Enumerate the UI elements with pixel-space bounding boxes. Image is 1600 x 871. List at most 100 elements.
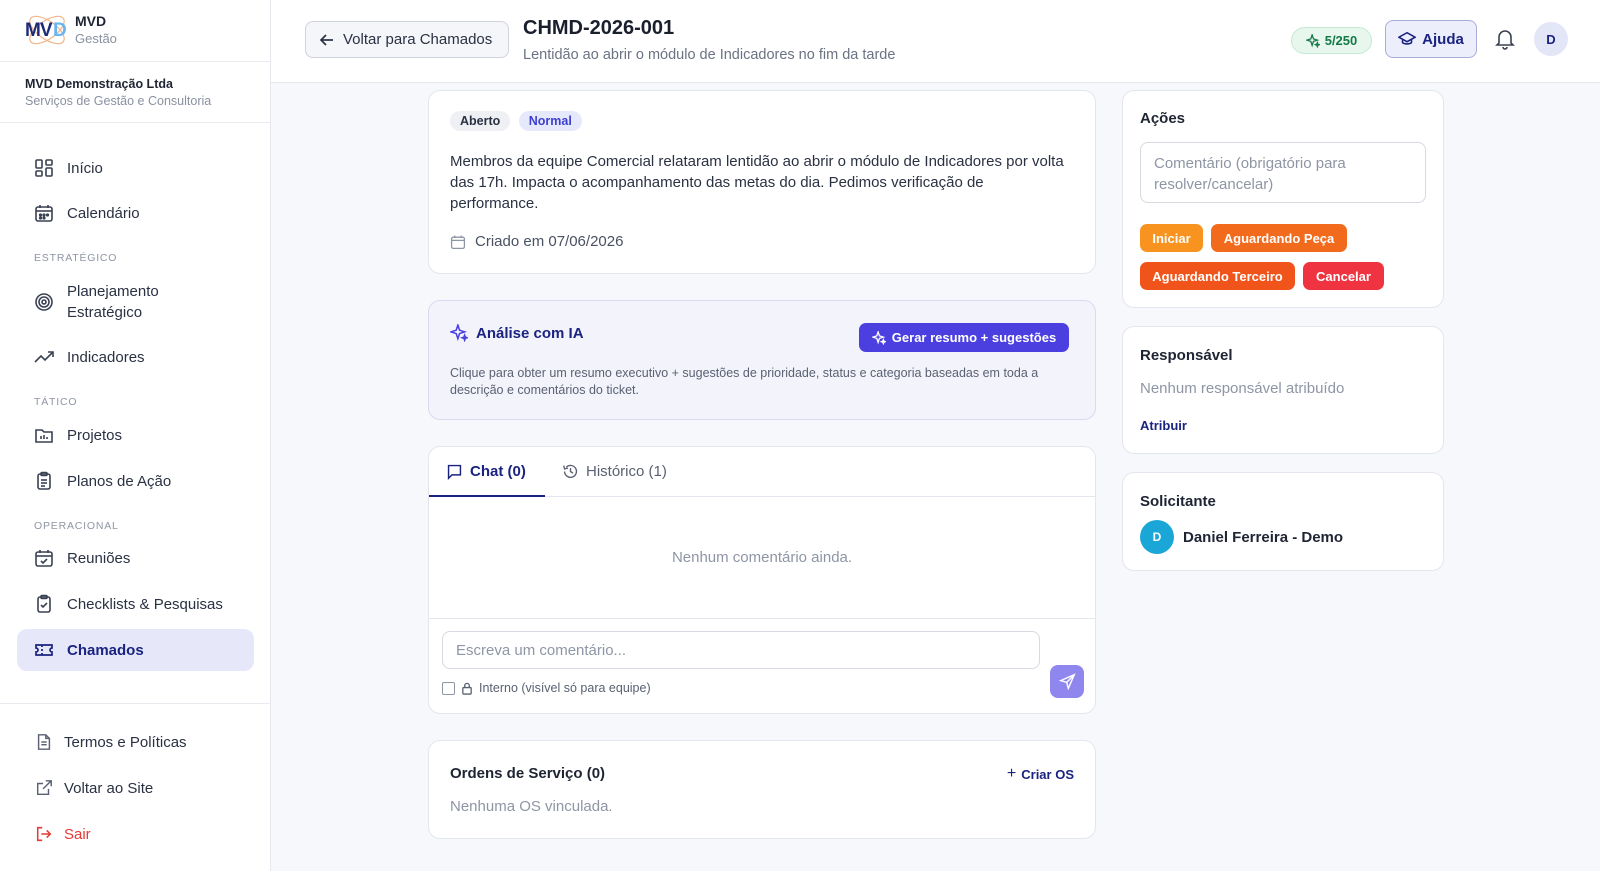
action-comment-textarea[interactable]: Comentário (obrigatório para resolver/ca…: [1140, 142, 1426, 203]
comment-input[interactable]: Escreva um comentário...: [442, 631, 1040, 669]
lock-icon: [461, 682, 473, 695]
ticket-icon: [34, 640, 54, 660]
company-name: MVD Demonstração Ltda: [25, 77, 173, 91]
cancel-button[interactable]: Cancelar: [1303, 262, 1384, 290]
company-info: MVD Demonstração Ltda Serviços de Gestão…: [0, 62, 270, 123]
logo-mv: MV: [25, 20, 52, 41]
dashboard-icon: [34, 158, 54, 178]
sidebar-item-termos[interactable]: Termos e Políticas: [17, 721, 254, 763]
trending-up-icon: [34, 347, 54, 367]
send-button[interactable]: [1050, 665, 1084, 698]
section-operacional: OPERACIONAL: [34, 520, 119, 532]
requester-title: Solicitante: [1140, 493, 1216, 510]
arrow-left-icon: [319, 32, 335, 48]
service-orders-empty: Nenhuma OS vinculada.: [450, 798, 613, 815]
clipboard-check-icon: [34, 594, 54, 614]
history-icon: [562, 463, 579, 480]
sidebar-item-calendario[interactable]: Calendário: [17, 192, 254, 234]
ticket-details-card: Aberto Normal Membros da equipe Comercia…: [428, 90, 1096, 274]
sidebar-item-reunioes[interactable]: Reuniões: [17, 537, 254, 579]
created-date-label: Criado em 07/06/2026: [475, 233, 624, 250]
brand-name: MVD: [75, 13, 107, 29]
ai-analysis-card: Análise com IA Gerar resumo + sugestões …: [428, 300, 1096, 420]
sidebar-item-label: Indicadores: [67, 348, 145, 366]
tab-chat-label: Chat (0): [470, 462, 526, 480]
graduation-cap-icon: [1398, 30, 1417, 48]
projects-icon: [34, 425, 54, 445]
send-icon: [1058, 673, 1076, 690]
generate-summary-button[interactable]: Gerar resumo + sugestões: [859, 323, 1069, 352]
assignee-title: Responsável: [1140, 347, 1233, 364]
internal-checkbox[interactable]: [442, 681, 455, 695]
target-icon: [34, 292, 54, 312]
sidebar-item-chamados[interactable]: Chamados: [17, 629, 254, 671]
status-badge: Aberto: [450, 111, 511, 131]
tab-chat[interactable]: Chat (0): [429, 447, 545, 497]
create-os-label: Criar OS: [1021, 766, 1074, 782]
sidebar-footer: Termos e Políticas Voltar ao Site Sair: [0, 703, 270, 871]
logo-d: D: [53, 20, 67, 41]
sidebar-item-voltar-site[interactable]: Voltar ao Site: [17, 767, 254, 809]
external-link-icon: [34, 778, 54, 798]
sidebar-item-planos-de-acao[interactable]: Planos de Ação: [17, 460, 254, 502]
actions-card: Ações Comentário (obrigatório para resol…: [1122, 90, 1444, 308]
sidebar: MV D MVD Gestão MVD Demonstração Ltda Se…: [0, 0, 271, 871]
page-subtitle: Lentidão ao abrir o módulo de Indicadore…: [523, 47, 896, 63]
sidebar-item-sair[interactable]: Sair: [17, 813, 254, 855]
back-to-tickets-button[interactable]: Voltar para Chamados: [305, 21, 509, 58]
sidebar-item-label: Termos e Políticas: [64, 733, 187, 751]
sparkles-icon: [871, 330, 886, 345]
section-tatico: TÁTICO: [34, 396, 78, 408]
clipboard-icon: [34, 471, 54, 491]
service-orders-title: Ordens de Serviço (0): [450, 765, 606, 782]
sidebar-item-label: Voltar ao Site: [64, 779, 154, 797]
sidebar-item-planejamento[interactable]: Planejamento Estratégico: [17, 278, 254, 326]
sidebar-item-indicadores[interactable]: Indicadores: [17, 336, 254, 378]
sparkles-icon: [1305, 33, 1320, 48]
internal-label: Interno (visível só para equipe): [479, 681, 651, 695]
user-avatar[interactable]: D: [1534, 22, 1568, 56]
chat-empty-state: Nenhum comentário ainda.: [429, 497, 1095, 619]
sidebar-item-label: Planos de Ação: [67, 472, 172, 490]
top-header: Voltar para Chamados CHMD-2026-001 Lenti…: [271, 0, 1600, 83]
sidebar-item-label: Checklists & Pesquisas: [67, 595, 223, 613]
requester-avatar: D: [1140, 520, 1174, 554]
calendar-icon: [34, 203, 54, 223]
sidebar-item-checklists[interactable]: Checklists & Pesquisas: [17, 583, 254, 625]
service-orders-card: Ordens de Serviço (0) + Criar OS Nenhuma…: [428, 740, 1096, 839]
chat-tabs: Chat (0) Histórico (1): [429, 447, 1095, 497]
calendar-icon: [450, 234, 466, 250]
page-title: CHMD-2026-001: [523, 17, 675, 39]
create-os-button[interactable]: + Criar OS: [1007, 765, 1074, 783]
ai-quota-badge: 5/250: [1291, 27, 1372, 54]
company-sub: Serviços de Gestão e Consultoria: [25, 94, 212, 108]
generate-summary-label: Gerar resumo + sugestões: [891, 330, 1057, 345]
awaiting-part-button[interactable]: Aguardando Peça: [1211, 224, 1347, 252]
sidebar-item-projetos[interactable]: Projetos: [17, 414, 254, 456]
logout-icon: [34, 824, 54, 844]
sidebar-item-label: Sair: [64, 825, 91, 843]
awaiting-third-party-button[interactable]: Aguardando Terceiro: [1140, 262, 1295, 290]
ai-analysis-title: Análise com IA: [476, 324, 584, 342]
tab-history[interactable]: Histórico (1): [562, 447, 667, 496]
sparkles-icon: [450, 324, 468, 342]
sidebar-item-label: Calendário: [67, 204, 140, 222]
sidebar-item-label: Planejamento Estratégico: [67, 283, 159, 321]
brand-header: MV D MVD Gestão: [0, 0, 270, 62]
sidebar-item-inicio[interactable]: Início: [17, 147, 254, 189]
chat-card: Chat (0) Histórico (1) Nenhum comentário…: [428, 446, 1096, 714]
sidebar-item-label: Chamados: [67, 641, 144, 659]
priority-badge: Normal: [518, 111, 582, 131]
assign-link[interactable]: Atribuir: [1140, 418, 1187, 433]
start-button[interactable]: Iniciar: [1140, 224, 1203, 252]
requester-name: Daniel Ferreira - Demo: [1183, 528, 1344, 546]
calendar-check-icon: [34, 548, 54, 568]
sidebar-item-label: Reuniões: [67, 549, 131, 567]
help-button[interactable]: Ajuda: [1385, 20, 1477, 58]
brand-logo: MV D: [25, 8, 69, 52]
bell-icon[interactable]: [1495, 28, 1515, 55]
sidebar-nav: Início Calendário ESTRATÉGICO Planejamen…: [0, 123, 270, 703]
assignee-card: Responsável Nenhum responsável atribuído…: [1122, 326, 1444, 454]
actions-title: Ações: [1140, 110, 1186, 127]
plus-icon: +: [1006, 765, 1017, 782]
